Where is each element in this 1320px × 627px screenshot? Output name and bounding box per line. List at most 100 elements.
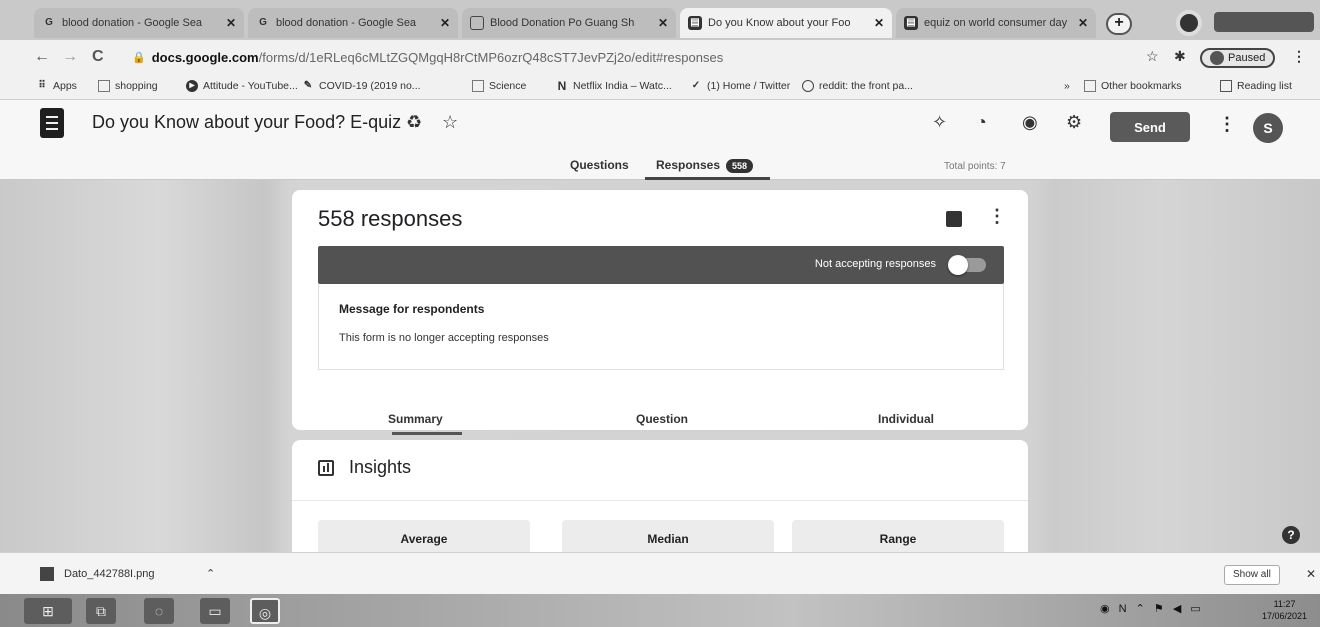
bookmarks-overflow-chevron[interactable]: » <box>1064 80 1070 92</box>
responses-card: 558 responses ⋮ Not accepting responses … <box>292 190 1028 435</box>
stat-median: Median <box>562 520 774 552</box>
clock[interactable]: 11:27 17/06/2021 <box>1262 598 1307 622</box>
close-tab-icon[interactable]: ✕ <box>658 16 668 30</box>
subtab-question[interactable]: Question <box>636 412 688 426</box>
tab-questions[interactable]: Questions <box>570 158 629 172</box>
browser-tab-2[interactable]: G blood donation - Google Sea ✕ <box>248 8 458 38</box>
tab-responses[interactable]: Responses 558 <box>656 158 754 173</box>
send-button[interactable]: Send <box>1110 112 1190 142</box>
settings-gear-icon[interactable]: ⚙ <box>1066 112 1082 133</box>
bookmark-star-icon[interactable]: ☆ <box>1146 48 1159 65</box>
form-title[interactable]: Do you Know about your Food? E-quiz <box>92 112 401 133</box>
file-explorer-icon[interactable]: ▭ <box>200 598 230 624</box>
window-controls[interactable] <box>1214 12 1314 32</box>
download-item[interactable]: Dato_442788I.png <box>40 567 155 581</box>
account-avatar[interactable]: S <box>1253 113 1283 143</box>
summary-tab-indicator <box>392 432 462 435</box>
close-tab-icon[interactable]: ✕ <box>1078 16 1088 30</box>
insights-title: Insights <box>349 457 412 477</box>
stat-range: Range <box>792 520 1004 552</box>
move-to-folder-icon[interactable]: ♻ <box>406 112 422 133</box>
reload-icon[interactable]: C <box>92 48 104 66</box>
system-tray[interactable]: ◉ N ⌃ ⚑ ◀ ▭ <box>1100 602 1204 615</box>
forms-logo-icon[interactable] <box>40 108 64 138</box>
responses-count-badge: 558 <box>726 159 754 173</box>
profile-icon[interactable] <box>1176 10 1202 36</box>
forms-header: Do you Know about your Food? E-quiz ♻ ☆ … <box>0 100 1320 180</box>
start-windows-icon[interactable]: ⊞ <box>24 598 72 624</box>
bookmark-science[interactable]: Science <box>472 80 526 92</box>
other-bookmarks[interactable]: Other bookmarks <box>1084 80 1182 92</box>
close-tab-icon[interactable]: ✕ <box>440 16 450 30</box>
preview-eye-icon[interactable]: ◉ <box>1022 112 1038 133</box>
browser-tab-strip: G blood donation - Google Sea ✕ G blood … <box>0 0 1320 40</box>
respondent-message-box: Message for respondents This form is no … <box>318 284 1004 370</box>
accepting-responses-label: Not accepting responses <box>814 258 936 270</box>
more-options-icon[interactable]: ⋮ <box>1218 114 1236 135</box>
subtab-summary[interactable]: Summary <box>388 412 443 426</box>
stat-average: Average <box>318 520 530 552</box>
browser-tab-3[interactable]: Blood Donation Po Guang Sh ✕ <box>462 8 676 38</box>
bookmark-youtube[interactable]: ▸ Attitude - YouTube... <box>186 80 298 92</box>
profile-paused-button[interactable]: Paused <box>1200 48 1276 68</box>
chevron-up-icon[interactable]: ⌃ <box>206 567 215 580</box>
cortana-icon[interactable]: ◌ <box>144 598 174 624</box>
message-text-field[interactable]: This form is no longer accepting respons… <box>339 332 549 344</box>
task-view-icon[interactable]: ⧉ <box>86 598 116 624</box>
browser-tab-1[interactable]: G blood donation - Google Sea ✕ <box>34 8 244 38</box>
insights-chart-icon <box>318 460 334 476</box>
extensions-icon[interactable]: ✱ <box>1174 48 1186 65</box>
bookmark-shopping[interactable]: shopping <box>98 80 158 92</box>
folder-icon <box>1084 80 1096 92</box>
downloads-bar: Dato_442788I.png ⌃ Show all ✕ <box>0 552 1320 594</box>
bookmark-reddit[interactable]: reddit: the front pa... <box>802 80 913 92</box>
os-taskbar: ⊞ ⧉ ◌ ▭ ◎ ◉ N ⌃ ⚑ ◀ ▭ 11:27 17/06/2021 <box>0 594 1320 627</box>
netflix-icon: N <box>557 79 567 93</box>
forward-arrow-icon[interactable]: → <box>62 48 78 66</box>
reading-list-icon <box>1220 80 1232 92</box>
page-icon <box>470 16 484 30</box>
forms-icon: ▤ <box>688 16 702 30</box>
form-content-area: 558 responses ⋮ Not accepting responses … <box>0 180 1320 552</box>
subtab-individual[interactable]: Individual <box>878 412 934 426</box>
bookmark-apps[interactable]: ⠿ Apps <box>36 80 77 92</box>
close-tab-icon[interactable]: ✕ <box>226 16 236 30</box>
address-bar-row: ← → C 🔒 docs.google.com /forms/d/1eRLeq6… <box>0 40 1320 74</box>
browser-tab-5[interactable]: ▤ equiz on world consumer day ✕ <box>896 8 1096 38</box>
insights-card: Insights Average Median Range <box>292 440 1028 552</box>
total-points: Total points: 7 <box>944 161 1006 172</box>
file-icon <box>40 567 54 581</box>
accepting-responses-toggle[interactable] <box>948 255 986 275</box>
chrome-menu-icon[interactable]: ⋮ <box>1292 48 1306 65</box>
apps-grid-icon: ⠿ <box>38 80 46 91</box>
divider <box>292 500 1028 501</box>
back-arrow-icon[interactable]: ← <box>34 48 50 66</box>
google-g-icon: G <box>45 17 53 28</box>
bookmark-netflix[interactable]: N Netflix India – Watc... <box>556 80 672 92</box>
bookmark-twitter[interactable]: ✓ (1) Home / Twitter <box>690 80 790 92</box>
new-tab-button[interactable]: + <box>1106 13 1132 35</box>
sheets-icon[interactable] <box>946 211 962 227</box>
covid-icon: ✎ <box>303 80 313 91</box>
lock-icon: 🔒 <box>132 51 146 64</box>
forms-icon: ▤ <box>904 16 918 30</box>
chrome-taskbar-icon[interactable]: ◎ <box>250 598 280 624</box>
show-all-button[interactable]: Show all <box>1224 565 1280 585</box>
browser-tab-4-active[interactable]: ▤ Do you Know about your Foo ✕ <box>680 8 892 38</box>
twitter-icon: ✓ <box>691 80 701 91</box>
help-icon[interactable]: ? <box>1282 526 1300 544</box>
message-heading: Message for respondents <box>339 302 485 316</box>
close-icon[interactable]: ✕ <box>1306 567 1316 581</box>
bookmark-covid[interactable]: ✎ COVID-19 (2019 no... <box>302 80 421 92</box>
responses-more-icon[interactable]: ⋮ <box>988 206 1006 227</box>
close-tab-icon[interactable]: ✕ <box>874 16 884 30</box>
palette-icon[interactable]: ◔ <box>976 112 987 133</box>
reddit-icon <box>802 80 814 92</box>
avatar-icon <box>1210 51 1224 65</box>
add-ons-icon[interactable]: ✧ <box>932 112 947 133</box>
url-field[interactable]: 🔒 docs.google.com /forms/d/1eRLeq6cMLtZG… <box>126 45 1142 69</box>
folder-icon <box>472 80 484 92</box>
star-icon[interactable]: ☆ <box>442 112 458 133</box>
reading-list[interactable]: Reading list <box>1220 80 1292 92</box>
youtube-icon: ▸ <box>186 80 198 92</box>
